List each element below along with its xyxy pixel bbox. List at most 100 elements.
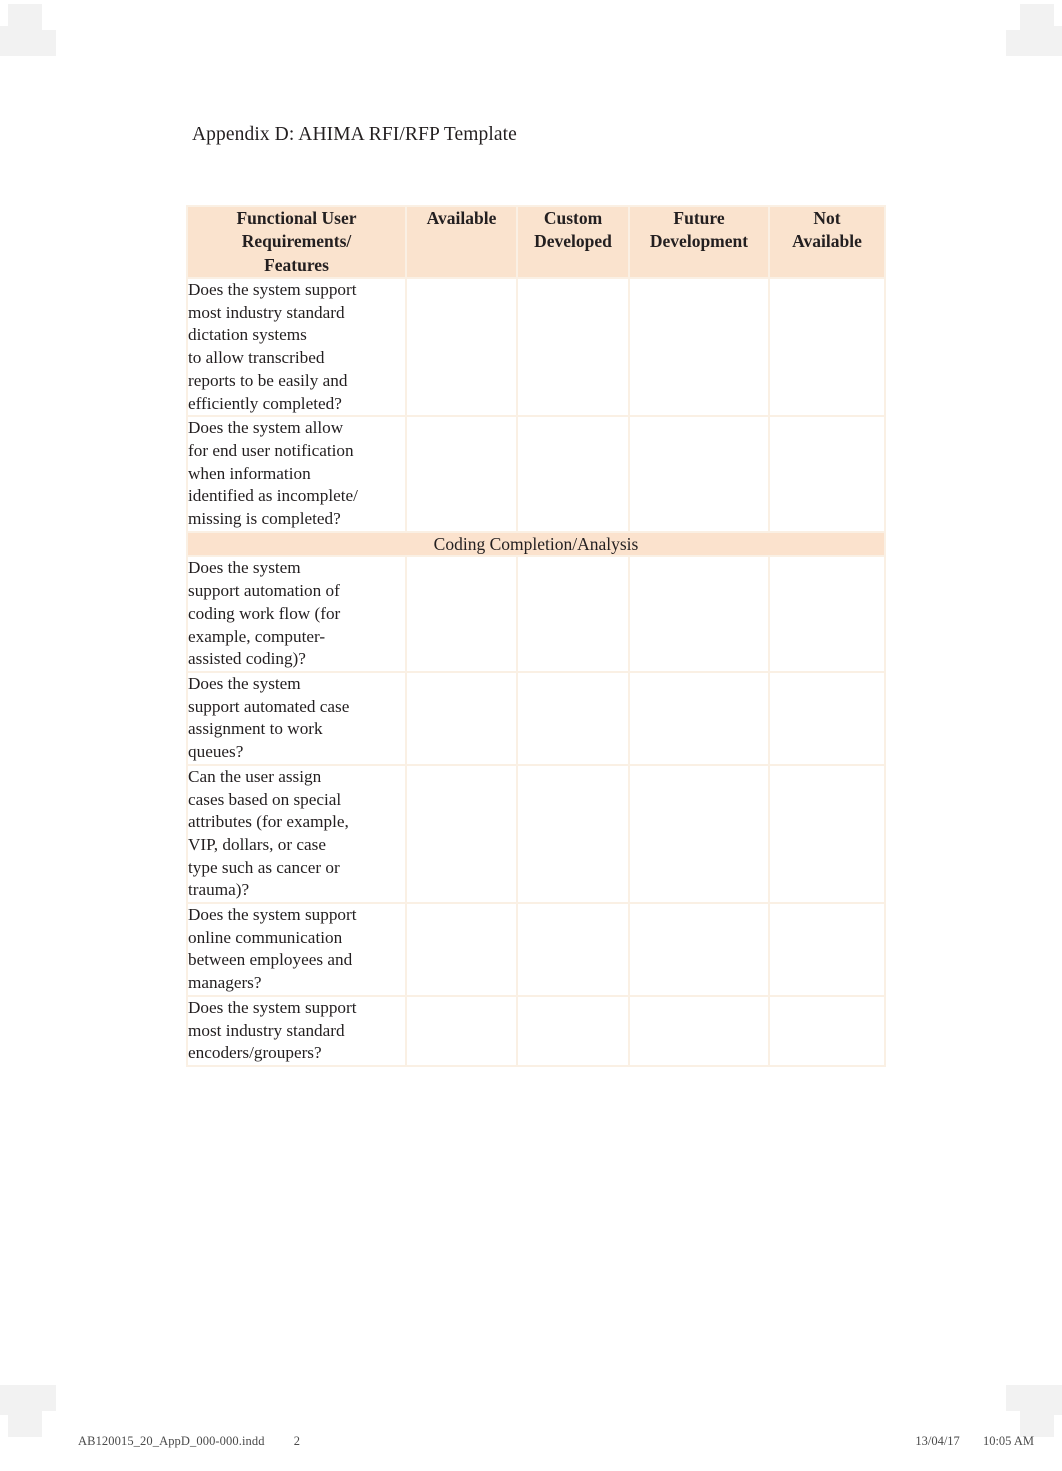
question-line: Does the system [188, 674, 301, 693]
answer-cell-future-development[interactable] [628, 276, 770, 418]
answer-cell-available[interactable] [405, 763, 518, 905]
answer-cell-available[interactable] [405, 555, 518, 673]
question-line: when information [188, 463, 311, 483]
requirement-question-cell: Can the user assign cases based on specia… [186, 763, 407, 905]
footer-time: 10:05 AM [982, 1434, 1034, 1448]
question-line: Does the system support [188, 905, 357, 925]
requirement-question-cell: Does the system support most industry sta… [186, 994, 407, 1067]
answer-cell-available[interactable] [405, 671, 518, 766]
requirement-question-cell: Does the system support online communicat… [186, 902, 407, 997]
question-line: cases based on special [188, 789, 342, 809]
footer-right: 13/04/17 10:05 AM [915, 1434, 1034, 1449]
header-line-1: Future [673, 208, 725, 228]
requirement-question-cell: Does the system support most industry sta… [186, 276, 407, 418]
question-line: encoders/groupers? [188, 1043, 322, 1063]
page-footer: AB120015_20_AppD_000-000.indd 2 13/04/17… [0, 1411, 1062, 1471]
column-header-requirements: Functional User Requirements/ Features [186, 205, 407, 279]
table-row: Does the system allow for end user notifi… [186, 415, 886, 533]
table-section-row: Coding Completion/Analysis [186, 530, 886, 558]
footer-date: 13/04/17 [915, 1434, 960, 1448]
answer-cell-not-available[interactable] [768, 671, 886, 766]
answer-cell-available[interactable] [405, 902, 518, 997]
header-line-2: Development [649, 231, 749, 252]
corner-decoration-top-right [982, 0, 1062, 80]
question-line: Does the system support [188, 280, 357, 299]
question-line: missing is completed? [188, 509, 341, 529]
question-line: support automated case [188, 696, 350, 716]
question-line: attributes (for example, [188, 812, 349, 832]
answer-cell-available[interactable] [405, 994, 518, 1067]
table-row: Does the system support most industry sta… [186, 276, 886, 418]
question-line: managers? [188, 973, 262, 993]
corner-decoration-top-left [0, 0, 80, 80]
answer-cell-future-development[interactable] [628, 763, 770, 905]
question-line: dictation systems [188, 325, 307, 345]
table-row: Does the system support online communicat… [186, 902, 886, 997]
answer-cell-future-development[interactable] [628, 671, 770, 766]
section-heading: Coding Completion/Analysis [186, 530, 886, 558]
answer-cell-custom-developed[interactable] [516, 415, 630, 533]
table-row: Does the system support most industry sta… [186, 994, 886, 1067]
answer-cell-not-available[interactable] [768, 994, 886, 1067]
column-header-not-available: Not Available [768, 205, 886, 279]
header-line-1: Functional User [236, 208, 357, 228]
table-header-row: Functional User Requirements/ Features A… [186, 205, 886, 279]
question-line: Does the system [188, 558, 301, 578]
rfi-rfp-requirements-table: Functional User Requirements/ Features A… [186, 205, 886, 1067]
question-line: identified as incomplete/ [188, 486, 358, 506]
answer-cell-future-development[interactable] [628, 555, 770, 673]
footer-page-number: 2 [293, 1434, 300, 1448]
question-line: to allow transcribed [188, 348, 325, 368]
answer-cell-available[interactable] [405, 276, 518, 418]
header-line-1: Custom [543, 208, 603, 228]
answer-cell-future-development[interactable] [628, 994, 770, 1067]
answer-cell-future-development[interactable] [628, 902, 770, 997]
answer-cell-custom-developed[interactable] [516, 276, 630, 418]
column-header-custom-developed: Custom Developed [516, 205, 630, 279]
answer-cell-not-available[interactable] [768, 415, 886, 533]
question-line: Does the system allow [188, 418, 344, 438]
footer-filename: AB120015_20_AppD_000-000.indd [78, 1434, 265, 1448]
question-line: most industry standard [188, 1020, 345, 1040]
answer-cell-not-available[interactable] [768, 902, 886, 997]
table-row: Can the user assign cases based on specia… [186, 763, 886, 905]
header-line-1: Available [426, 208, 497, 228]
table-body: Does the system support most industry sta… [186, 276, 886, 1067]
header-line-2: Requirements/ [241, 231, 352, 252]
answer-cell-future-development[interactable] [628, 415, 770, 533]
question-line: most industry standard [188, 302, 345, 322]
question-line: VIP, dollars, or case [188, 834, 326, 854]
question-line: coding work flow (for [188, 603, 341, 623]
answer-cell-custom-developed[interactable] [516, 555, 630, 673]
answer-cell-custom-developed[interactable] [516, 671, 630, 766]
page-title: Appendix D: AHIMA RFI/RFP Template [192, 124, 517, 145]
footer-left: AB120015_20_AppD_000-000.indd 2 [78, 1434, 300, 1449]
question-line: assisted coding)? [188, 649, 306, 669]
question-line: for end user notification [188, 440, 354, 460]
table-row: Does the system support automation of codi… [186, 555, 886, 673]
answer-cell-custom-developed[interactable] [516, 902, 630, 997]
question-line: Can the user assign [188, 766, 322, 786]
question-line: example, computer- [188, 626, 326, 646]
question-line: Does the system support [188, 997, 357, 1017]
table-row: Does the system support automated case ass… [186, 671, 886, 766]
column-header-available: Available [405, 205, 518, 279]
header-line-2: Available [792, 231, 862, 252]
header-line-1: Not [813, 208, 841, 228]
question-line: queues? [188, 742, 244, 762]
requirement-question-cell: Does the system support automated case ass… [186, 671, 407, 766]
answer-cell-not-available[interactable] [768, 276, 886, 418]
answer-cell-not-available[interactable] [768, 763, 886, 905]
question-line: between employees and [188, 950, 353, 970]
answer-cell-custom-developed[interactable] [516, 763, 630, 905]
question-line: assignment to work [188, 719, 323, 739]
question-line: efficiently completed? [188, 393, 342, 413]
answer-cell-custom-developed[interactable] [516, 994, 630, 1067]
question-line: support automation of [188, 581, 340, 601]
header-line-3: Features [264, 254, 329, 275]
question-line: trauma)? [188, 880, 250, 900]
answer-cell-available[interactable] [405, 415, 518, 533]
answer-cell-not-available[interactable] [768, 555, 886, 673]
question-line: reports to be easily and [188, 370, 348, 390]
question-line: online communication [188, 927, 343, 947]
